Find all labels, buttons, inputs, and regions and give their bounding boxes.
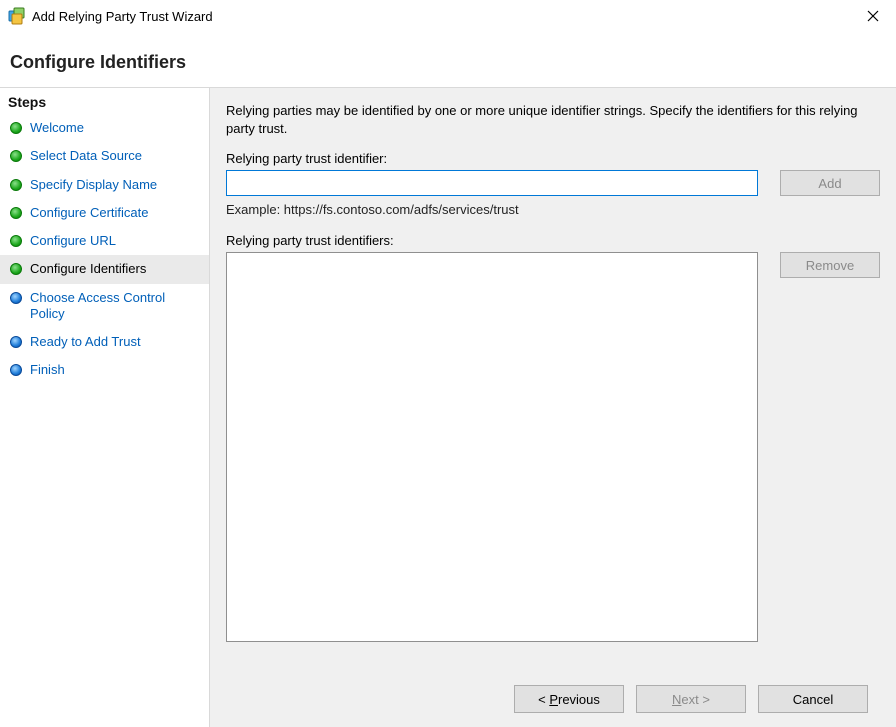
step-item[interactable]: Configure Identifiers (0, 255, 209, 283)
content-pane: Relying parties may be identified by one… (210, 88, 896, 727)
window-title: Add Relying Party Trust Wizard (32, 9, 850, 24)
step-label: Welcome (30, 120, 84, 136)
identifiers-listbox[interactable] (226, 252, 758, 642)
steps-sidebar: Steps Welcome Select Data Source Specify D… (0, 88, 210, 727)
step-label: Finish (30, 362, 65, 378)
steps-heading: Steps (0, 88, 209, 114)
description-text: Relying parties may be identified by one… (226, 102, 880, 137)
close-button[interactable] (850, 0, 896, 32)
wizard-footer: < Previous Next > Cancel (226, 673, 880, 727)
add-button[interactable]: Add (780, 170, 880, 196)
previous-button[interactable]: < Previous (514, 685, 624, 713)
step-done-icon (10, 235, 22, 247)
step-pending-icon (10, 336, 22, 348)
step-label: Select Data Source (30, 148, 142, 164)
wizard-window: Add Relying Party Trust Wizard Configure… (0, 0, 896, 727)
step-item[interactable]: Welcome (0, 114, 209, 142)
app-icon (8, 7, 26, 25)
close-icon (867, 10, 879, 22)
cancel-button[interactable]: Cancel (758, 685, 868, 713)
step-pending-icon (10, 292, 22, 304)
titlebar: Add Relying Party Trust Wizard (0, 0, 896, 32)
identifier-label: Relying party trust identifier: (226, 151, 880, 166)
step-label: Configure Certificate (30, 205, 149, 221)
step-pending-icon (10, 364, 22, 376)
step-label: Configure Identifiers (30, 261, 146, 277)
step-label: Ready to Add Trust (30, 334, 141, 350)
identifier-input[interactable] (226, 170, 758, 196)
identifiers-list-label: Relying party trust identifiers: (226, 233, 880, 248)
step-item[interactable]: Specify Display Name (0, 171, 209, 199)
step-item[interactable]: Choose Access Control Policy (0, 284, 209, 329)
step-done-icon (10, 179, 22, 191)
step-done-icon (10, 122, 22, 134)
step-done-icon (10, 150, 22, 162)
step-item[interactable]: Select Data Source (0, 142, 209, 170)
step-done-icon (10, 263, 22, 275)
step-label: Specify Display Name (30, 177, 157, 193)
step-item[interactable]: Ready to Add Trust (0, 328, 209, 356)
next-button[interactable]: Next > (636, 685, 746, 713)
step-item[interactable]: Configure URL (0, 227, 209, 255)
page-header: Configure Identifiers (0, 32, 896, 87)
step-item[interactable]: Finish (0, 356, 209, 384)
remove-button[interactable]: Remove (780, 252, 880, 278)
step-label: Configure URL (30, 233, 116, 249)
step-item[interactable]: Configure Certificate (0, 199, 209, 227)
example-text: Example: https://fs.contoso.com/adfs/ser… (226, 202, 880, 217)
step-done-icon (10, 207, 22, 219)
step-label: Choose Access Control Policy (30, 290, 201, 323)
page-title: Configure Identifiers (10, 52, 896, 73)
